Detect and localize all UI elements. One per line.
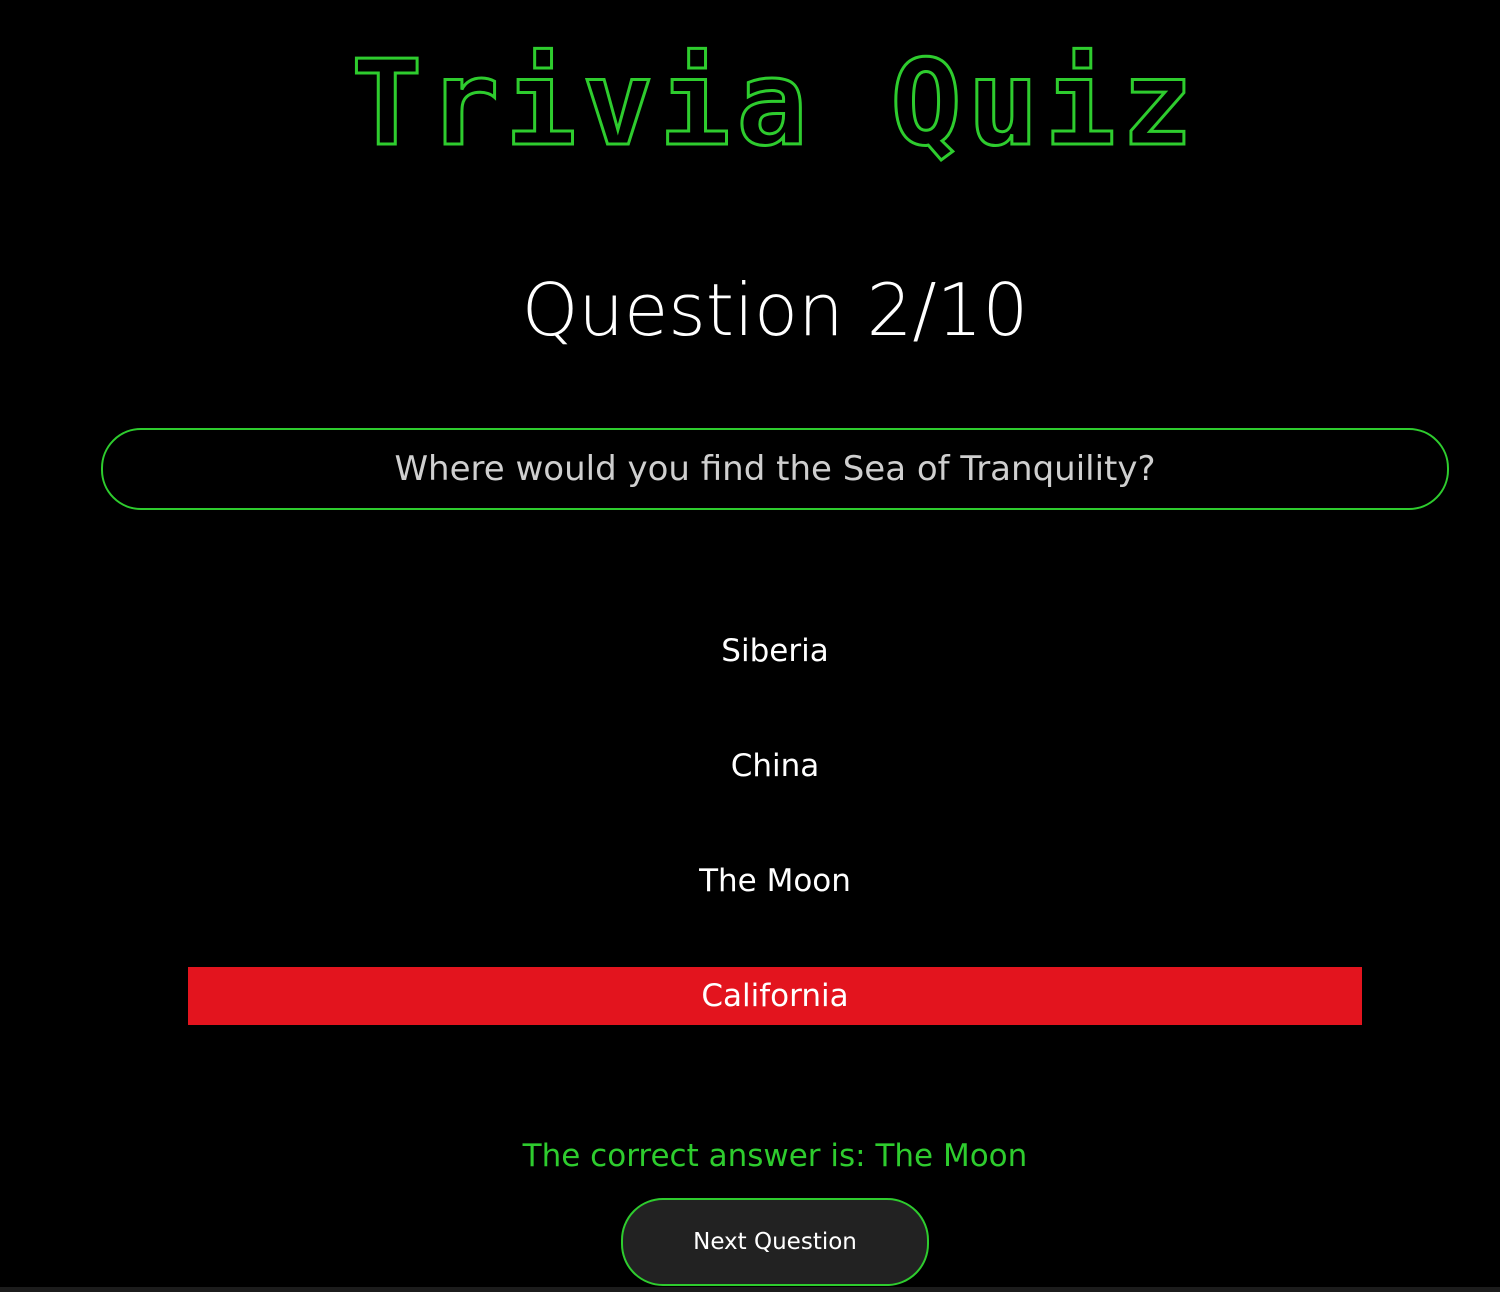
answer-option[interactable]: Siberia	[188, 622, 1362, 680]
next-question-button[interactable]: Next Question	[621, 1198, 929, 1286]
answer-option-selected-wrong[interactable]: California	[188, 967, 1362, 1025]
question-box: Where would you find the Sea of Tranquil…	[101, 428, 1449, 510]
answer-list: Siberia China The Moon California	[188, 622, 1362, 1082]
question-counter: Question 2/10	[521, 268, 1029, 352]
bottom-divider	[0, 1287, 1500, 1292]
answer-option[interactable]: China	[188, 737, 1362, 795]
question-text: Where would you find the Sea of Tranquil…	[394, 449, 1156, 489]
answer-option-correct[interactable]: The Moon	[188, 852, 1362, 910]
correct-answer-feedback: The correct answer is: The Moon	[522, 1138, 1028, 1174]
app-title: Trivia Quiz	[350, 33, 1199, 174]
